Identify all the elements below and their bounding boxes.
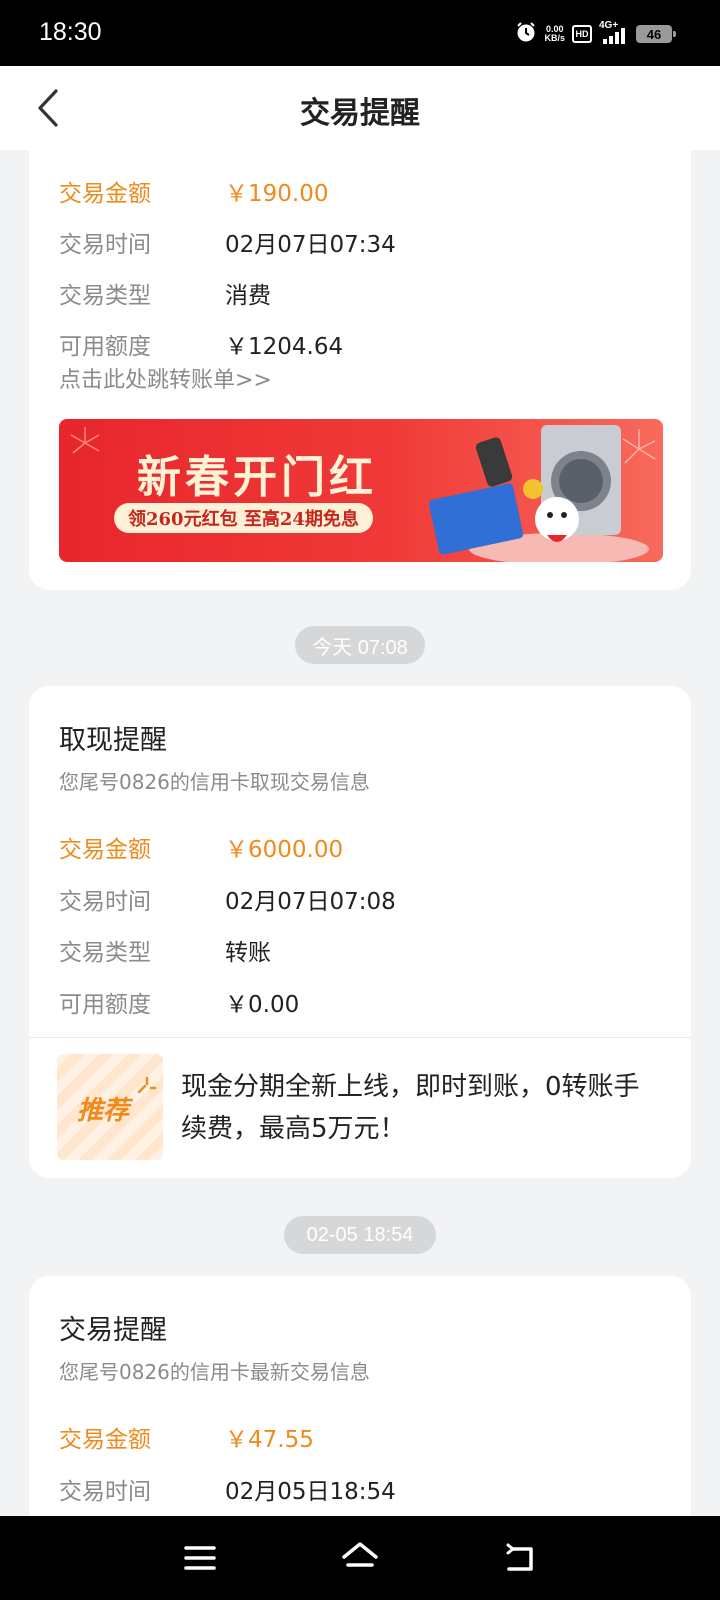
- transaction-card: 交易金额 ￥190.00 交易时间 02月07日07:34 交易类型 消费 可用…: [29, 150, 691, 590]
- hd-badge: HD: [572, 25, 592, 43]
- back-icon: [506, 1543, 533, 1571]
- signal-icon: 4G+: [599, 20, 629, 46]
- time-row: 交易时间 02月07日07:34: [59, 232, 396, 258]
- bill-link[interactable]: 点击此处跳转账单>>: [59, 362, 272, 394]
- card-title: 交易提醒: [59, 1315, 167, 1346]
- divider: [29, 1037, 691, 1038]
- type-row: 交易类型 消费: [59, 283, 271, 309]
- status-icons: 0.00 KB/s HD 4G+ 46: [515, 20, 676, 48]
- timestamp-pill: 今天 07:08: [295, 626, 425, 664]
- amount-row: 交易金额 ￥6000.00: [59, 837, 344, 863]
- type-row: 交易类型 转账: [59, 940, 271, 966]
- alarm-icon: [515, 21, 537, 47]
- timestamp-pill: 02-05 18:54: [284, 1216, 436, 1254]
- system-nav-bar: [0, 1516, 720, 1600]
- amount-row: 交易金额 ￥47.55: [59, 1427, 314, 1453]
- transaction-card: 交易提醒 您尾号0826的信用卡最新交易信息 交易金额 ￥47.55 交易时间 …: [29, 1276, 691, 1516]
- home-icon: [342, 1542, 378, 1567]
- time-row: 交易时间 02月07日07:08: [59, 889, 396, 915]
- credit-row: 可用额度 ￥1204.64: [59, 334, 344, 360]
- page-title: 交易提醒: [300, 96, 420, 131]
- prize-illustration: [429, 425, 656, 562]
- promo-banner[interactable]: 新春开门红 领260元红包 至高24期免息: [59, 419, 663, 562]
- recommend-text[interactable]: 现金分期全新上线，即时到账，0转账手续费，最高5万元！: [181, 1066, 651, 1150]
- card-title: 取现提醒: [59, 725, 167, 756]
- amount-row: 交易金额 ￥190.00: [59, 181, 329, 207]
- credit-row: 可用额度 ￥0.00: [59, 992, 300, 1018]
- recommend-badge[interactable]: 推荐: [57, 1054, 163, 1160]
- net-speed: 0.00 KB/s: [544, 24, 565, 43]
- fireworks-icon: [70, 427, 100, 454]
- sparkle-icon: [137, 1076, 157, 1094]
- status-bar: 18:30 0.00 KB/s HD 4G+ 46: [0, 0, 720, 66]
- card-subtitle: 您尾号0826的信用卡最新交易信息: [59, 1360, 370, 1384]
- banner-title: 新春开门红: [137, 452, 377, 503]
- banner-subtitle: 领260元红包 至高24期免息: [114, 503, 373, 533]
- cash-withdrawal-card: 取现提醒 您尾号0826的信用卡取现交易信息 交易金额 ￥6000.00 交易时…: [29, 686, 691, 1178]
- battery-icon: 46: [636, 25, 676, 43]
- card-subtitle: 您尾号0826的信用卡取现交易信息: [59, 770, 370, 794]
- home-button[interactable]: [336, 1534, 384, 1582]
- app-header: 交易提醒: [0, 66, 720, 150]
- status-time: 18:30: [39, 18, 102, 46]
- message-list[interactable]: 交易金额 ￥190.00 交易时间 02月07日07:34 交易类型 消费 可用…: [0, 150, 720, 1516]
- nav-back-button[interactable]: [496, 1534, 544, 1582]
- menu-icon: [184, 1546, 216, 1570]
- menu-button[interactable]: [176, 1534, 224, 1582]
- time-row: 交易时间 02月05日18:54: [59, 1479, 396, 1505]
